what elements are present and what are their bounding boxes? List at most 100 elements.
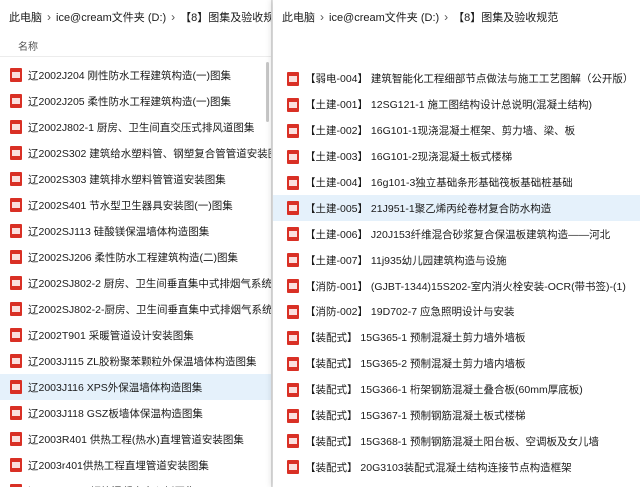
pdf-icon — [10, 146, 22, 160]
file-row[interactable]: 【装配式】 20G3103装配式混凝土结构连接节点构造框架 — [273, 454, 640, 480]
pdf-icon — [10, 406, 22, 420]
right-explorer-window: 此电脑 › ice@cream文件夹 (D:) › 【8】图集及验收规范 【弱电… — [273, 0, 640, 487]
file-name: 【装配式】 15G365-1 预制混凝土剪力墙外墙板 — [305, 332, 526, 345]
file-name: 【装配式】 15G367-1 预制钢筋混凝土板式楼梯 — [305, 410, 526, 423]
file-name: 辽2002J204 刚性防水工程建筑构造(一)图集 — [28, 69, 232, 82]
file-name: 辽2002S401 节水型卫生器具安装图(一)图集 — [28, 199, 233, 212]
file-name: 【装配式】 20G3103装配式混凝土结构连接节点构造框架 — [305, 461, 572, 474]
file-list: 辽2002J204 刚性防水工程建筑构造(一)图集 辽2002J205 柔性防水工… — [0, 62, 271, 487]
chevron-right-icon: › — [47, 10, 51, 24]
file-row[interactable]: 辽2002T901 采暖管道设计安装图集 — [0, 322, 271, 348]
chevron-right-icon: › — [320, 10, 324, 24]
breadcrumb-item[interactable]: 【8】图集及验收规范 — [453, 9, 558, 25]
pdf-icon — [287, 97, 299, 112]
file-name: 辽2003J118 GSZ板墙体保温构造图集 — [28, 407, 203, 420]
file-row[interactable]: 辽2002SJ113 硅酸镁保温墙体构造图集 — [0, 218, 271, 244]
pdf-icon — [287, 227, 299, 242]
file-row[interactable]: 【装配式】 15G367-1 预制钢筋混凝土板式楼梯 — [273, 403, 640, 429]
pdf-icon — [10, 68, 22, 82]
file-row[interactable]: 【土建-006】 J20J153纤维混合砂浆复合保温板建筑构造——河北 — [273, 221, 640, 247]
pdf-icon — [287, 434, 299, 449]
pdf-icon — [287, 175, 299, 190]
pdf-icon — [287, 279, 299, 294]
breadcrumb-item[interactable]: 【8】图集及验收规范 — [180, 9, 271, 25]
file-name: 【土建-004】 16g101-3独立基础条形基础筏板基础桩基础 — [305, 177, 573, 189]
file-row[interactable]: 【土建-005】 21J951-1聚乙烯丙纶卷材复合防水构造 — [273, 195, 640, 222]
file-row[interactable]: 辽2003J118 GSZ板墙体保温构造图集 — [0, 400, 271, 426]
file-row[interactable]: 辽2002S303 建筑排水塑料管管道安装图集 — [0, 166, 271, 192]
file-row[interactable]: 【装配式】 15G365-1 预制混凝土剪力墙外墙板 — [273, 325, 640, 351]
file-name: 【土建-001】 12SG121-1 施工图结构设计总说明(混凝土结构) — [305, 99, 593, 112]
pdf-icon — [287, 356, 299, 371]
file-row[interactable]: 【土建-002】 16G101-1现浇混凝土框架、剪力墙、梁、板 — [273, 118, 640, 144]
file-name: 【消防-001】 (GJBT-1344)15S202-室内消火栓安装-OCR(带… — [305, 280, 626, 293]
file-name: 辽2002J802-1 厨房、卫生间直交压式排风道图集 — [28, 121, 255, 134]
file-row[interactable]: 辽2003R401 供热工程(热水)直埋管道安装图集 — [0, 426, 271, 452]
file-row[interactable]: 辽2002SJ802-2 厨房、卫生间垂直集中式排烟气系统图集 — [0, 270, 271, 296]
file-row[interactable]: 辽2002S302 建筑给水塑料管、钢塑复合管管道安装图集 — [0, 140, 271, 166]
file-row[interactable]: 【土建-001】 12SG121-1 施工图结构设计总说明(混凝土结构) — [273, 92, 640, 118]
file-row[interactable]: 【消防-002】 19D702-7 应急照明设计与安装 — [273, 299, 640, 325]
file-name: 辽2003J116 XPS外保温墙体构造图集 — [28, 381, 203, 394]
pdf-icon — [287, 71, 299, 86]
file-row[interactable]: 辽2002J205 柔性防水工程建筑构造(一)图集 — [0, 88, 271, 114]
file-row[interactable]: 辽2003r401供热工程直埋管道安装图集 — [0, 452, 271, 478]
file-name: 【装配式】 15G366-1 桁架钢筋混凝土叠合板(60mm厚底板) — [305, 384, 583, 397]
pdf-icon — [10, 120, 22, 134]
breadcrumb-item[interactable]: 此电脑 — [9, 9, 42, 25]
chevron-right-icon: › — [444, 10, 449, 24]
file-name: 【消防-002】 19D702-7 应急照明设计与安装 — [305, 306, 515, 319]
file-row[interactable]: 【消防-001】 (GJBT-1344)15S202-室内消火栓安装-OCR(带… — [273, 273, 640, 299]
pdf-icon — [10, 224, 22, 238]
file-name: 辽2002J205 柔性防水工程建筑构造(一)图集 — [28, 95, 232, 108]
pdf-icon — [10, 432, 22, 446]
file-row[interactable]: 【装配式】 15G368-1 预制钢筋混凝土阳台板、空调板及女儿墙 — [273, 428, 640, 454]
pdf-icon — [287, 460, 299, 475]
file-row[interactable]: 【装配式】 15G365-2 预制混凝土剪力墙内墙板 — [273, 351, 640, 377]
pdf-icon — [10, 328, 22, 342]
pdf-icon — [10, 250, 22, 264]
pdf-icon — [287, 123, 299, 138]
file-name: 辽2002SJ113 硅酸镁保温墙体构造图集 — [28, 225, 210, 238]
file-name: 【装配式】 15G368-1 预制钢筋混凝土阳台板、空调板及女儿墙 — [305, 435, 600, 448]
file-row[interactable]: 【装配式】 15G366-1 桁架钢筋混凝土叠合板(60mm厚底板) — [273, 377, 640, 403]
file-name: 【弱电-004】 建筑智能化工程细部节点做法与施工工艺图解（公开版） — [305, 73, 634, 86]
pdf-icon — [10, 198, 22, 212]
pdf-icon — [10, 276, 22, 290]
file-row[interactable]: 辽2002SJ206 柔性防水工程建筑构造(二)图集 — [0, 244, 271, 270]
pdf-icon — [10, 302, 22, 316]
file-name: 【土建-006】 J20J153纤维混合砂浆复合保温板建筑构造——河北 — [305, 228, 611, 241]
file-name: 辽2002SJ802-2 厨房、卫生间垂直集中式排烟气系统图集 — [28, 277, 271, 290]
breadcrumb-item[interactable]: 此电脑 — [282, 9, 315, 25]
file-row[interactable]: 【弱电-004】 建筑智能化工程细部节点做法与施工工艺图解（公开版） — [273, 66, 640, 92]
pdf-icon — [287, 330, 299, 345]
file-row[interactable]: 辽2003J115 ZL胶粉聚苯颗粒外保温墙体构造图集 — [0, 348, 271, 374]
file-row[interactable]: 【土建-007】 11j935幼儿园建筑构造与设施 — [273, 247, 640, 273]
file-name: 辽2002S303 建筑排水塑料管管道安装图集 — [28, 173, 226, 186]
file-name: 辽2002S302 建筑给水塑料管、钢塑复合管管道安装图集 — [28, 147, 271, 160]
file-row[interactable]: 辽2002J802-1 厨房、卫生间直交压式排风道图集 — [0, 114, 271, 140]
file-name: 辽2004G301 钢筋混凝土空心板图集 — [28, 484, 195, 487]
file-row[interactable]: 辽2004G301 钢筋混凝土空心板图集 — [0, 478, 271, 487]
file-row[interactable]: 辽2002S401 节水型卫生器具安装图(一)图集 — [0, 192, 271, 218]
left-explorer-window: 此电脑 › ice@cream文件夹 (D:) › 【8】图集及验收规范 › 辽… — [0, 0, 272, 487]
pdf-icon — [287, 382, 299, 397]
pdf-icon — [287, 201, 299, 216]
breadcrumb: 此电脑 › ice@cream文件夹 (D:) › 【8】图集及验收规范 › 辽… — [0, 0, 271, 34]
file-row[interactable]: 【土建-004】 16g101-3独立基础条形基础筏板基础桩基础 — [273, 170, 640, 196]
breadcrumb-item[interactable]: ice@cream文件夹 (D:) — [56, 9, 166, 25]
column-header-name[interactable]: 名称 — [0, 34, 271, 57]
pdf-icon — [287, 253, 299, 268]
file-name: 辽2003r401供热工程直埋管道安装图集 — [28, 459, 209, 472]
file-row[interactable]: 【土建-003】 16G101-2现浇混凝土板式楼梯 — [273, 144, 640, 170]
file-name: 辽2002SJ206 柔性防水工程建筑构造(二)图集 — [28, 251, 239, 264]
pdf-icon — [287, 304, 299, 319]
file-list: 【弱电-004】 建筑智能化工程细部节点做法与施工工艺图解（公开版） 【土建-00… — [273, 66, 640, 480]
breadcrumb-item[interactable]: ice@cream文件夹 (D:) — [329, 9, 439, 25]
pdf-icon — [10, 458, 22, 472]
file-row[interactable]: 辽2002J204 刚性防水工程建筑构造(一)图集 — [0, 62, 271, 88]
pdf-icon — [10, 380, 22, 394]
file-row[interactable]: 辽2003J116 XPS外保温墙体构造图集 — [0, 374, 271, 400]
file-name: 【土建-005】 21J951-1聚乙烯丙纶卷材复合防水构造 — [305, 202, 552, 215]
file-row[interactable]: 辽2002SJ802-2-厨房、卫生间垂直集中式排烟气系统 — [0, 296, 271, 322]
